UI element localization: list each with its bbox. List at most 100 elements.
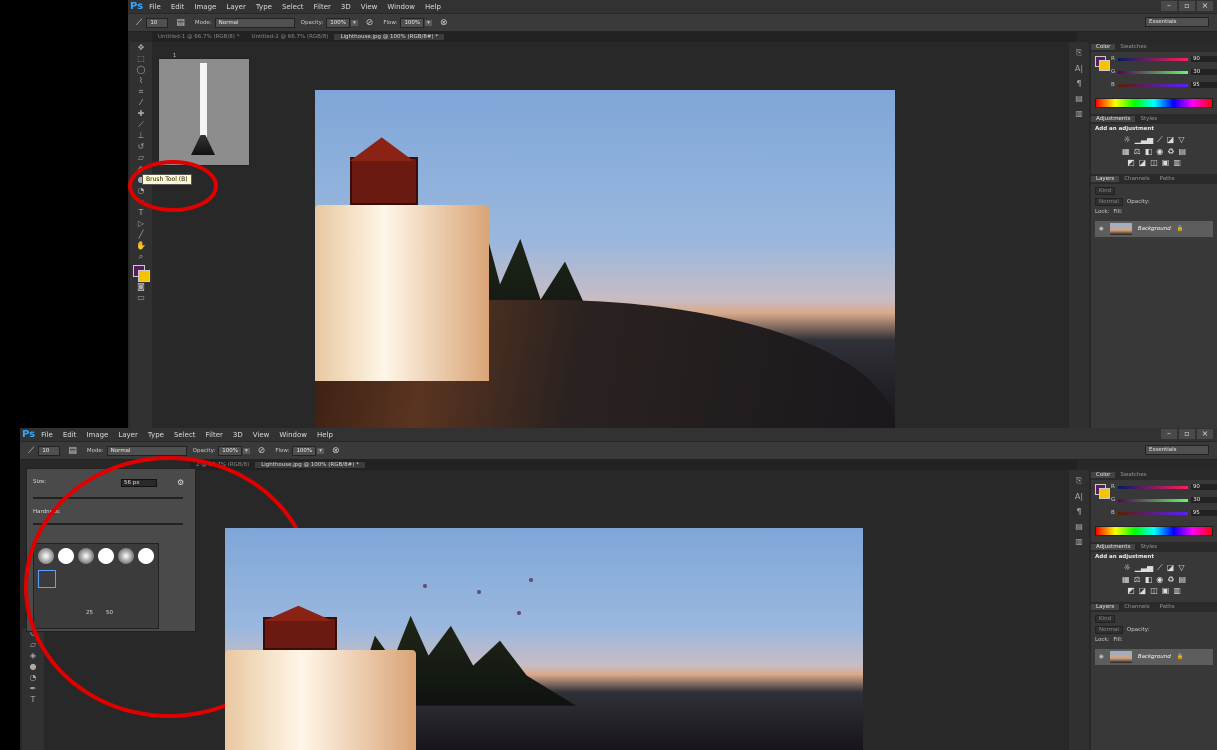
menu-window-2[interactable]: Window xyxy=(279,431,307,439)
tab-swatches[interactable]: Swatches xyxy=(1115,44,1151,50)
menu-select-2[interactable]: Select xyxy=(174,431,196,439)
flow-dropdown-icon-2[interactable]: ▾ xyxy=(317,447,324,454)
healing-tool-icon[interactable]: ✚ xyxy=(138,108,145,119)
hue-sat-icon[interactable]: ▦ xyxy=(1122,147,1130,156)
info-icon[interactable]: ▥ xyxy=(1075,109,1083,118)
restore-button[interactable]: ▫ xyxy=(1179,1,1195,11)
minimize-button-2[interactable]: – xyxy=(1161,429,1177,439)
menu-edit[interactable]: Edit xyxy=(171,3,185,11)
black-white-icon[interactable]: ◧ xyxy=(1145,147,1153,156)
close-button-2[interactable]: × xyxy=(1197,429,1213,439)
posterize-icon-2[interactable]: ◪ xyxy=(1139,586,1147,595)
color-balance-icon[interactable]: ⚖ xyxy=(1134,147,1141,156)
curves-icon-2[interactable]: ⟋ xyxy=(1157,563,1163,573)
crop-tool-icon[interactable]: ⌗ xyxy=(139,86,144,97)
color-lookup-icon-2[interactable]: ▤ xyxy=(1178,575,1186,584)
airbrush-icon[interactable]: ⊗ xyxy=(440,18,448,28)
visibility-eye-icon[interactable]: ◉ xyxy=(1099,226,1104,232)
paint-bucket-tool-icon-2[interactable]: ◈ xyxy=(30,650,36,661)
color-panel-bg[interactable] xyxy=(1099,60,1110,71)
eraser-tool-icon-2[interactable]: ▱ xyxy=(30,639,36,650)
workspace-select-2[interactable]: Essentials xyxy=(1145,445,1209,455)
marquee-tool-icon[interactable]: ⬚ xyxy=(137,53,145,64)
menu-type[interactable]: Type xyxy=(256,3,272,11)
selective-color-icon[interactable]: ▥ xyxy=(1173,158,1181,167)
menu-type-2[interactable]: Type xyxy=(148,431,164,439)
brush-size-field-2[interactable]: 10 xyxy=(38,445,61,456)
tab-color-2[interactable]: Color xyxy=(1091,472,1116,478)
tab-untitled-2[interactable]: Untitled-2 @ 66.7% (RGB/8) xyxy=(245,34,334,40)
levels-icon[interactable]: ▁▃▅ xyxy=(1135,135,1153,145)
history-icon-2[interactable]: ⎘ xyxy=(1076,476,1082,486)
invert-icon[interactable]: ◩ xyxy=(1127,158,1135,167)
exposure-icon[interactable]: ◪ xyxy=(1167,135,1175,145)
menu-select[interactable]: Select xyxy=(282,3,304,11)
brightness-icon[interactable]: ☼ xyxy=(1124,135,1131,145)
pen-tool-icon-2[interactable]: ✒ xyxy=(30,683,37,694)
flow-field-2[interactable]: 100% xyxy=(292,445,317,456)
gradient-map-icon-2[interactable]: ▣ xyxy=(1162,586,1170,595)
brush-size-field[interactable]: 10 xyxy=(146,17,169,28)
green-value[interactable]: 30 xyxy=(1191,69,1217,75)
brush-tool-preset-icon[interactable]: ⟋ xyxy=(136,18,142,28)
pressure-opacity-icon-2[interactable]: ⊘ xyxy=(258,446,266,456)
pressure-opacity-icon[interactable]: ⊘ xyxy=(366,18,374,28)
tab-layers-2[interactable]: Layers xyxy=(1091,604,1120,610)
zoom-tool-icon[interactable]: ⌕ xyxy=(139,251,143,262)
tab-swatches-2[interactable]: Swatches xyxy=(1115,472,1151,478)
green-slider[interactable] xyxy=(1118,70,1189,74)
quick-mask-icon[interactable]: ◙ xyxy=(137,281,145,292)
color-swatches[interactable] xyxy=(133,265,150,282)
menu-3d[interactable]: 3D xyxy=(341,3,351,11)
type-tool-icon[interactable]: T xyxy=(139,207,144,218)
background-color-swatch[interactable] xyxy=(138,270,150,282)
path-select-tool-icon[interactable]: ▷ xyxy=(138,218,144,229)
restore-button-2[interactable]: ▫ xyxy=(1179,429,1195,439)
threshold-icon[interactable]: ◫ xyxy=(1150,158,1158,167)
red-value-2[interactable]: 90 xyxy=(1190,484,1217,490)
color-panel-swatch-2[interactable] xyxy=(1095,484,1110,499)
tab-untitled-1[interactable]: Untitled-1 @ 66.7% (RGB/8) * xyxy=(152,34,245,40)
tab-lighthouse[interactable]: Lighthouse.jpg @ 100% (RGB/8#) * xyxy=(334,34,445,40)
visibility-eye-icon-2[interactable]: ◉ xyxy=(1099,654,1104,660)
channel-mixer-icon[interactable]: ♻ xyxy=(1167,147,1174,156)
mode-select[interactable]: Normal xyxy=(214,17,295,28)
blur-tool-icon-2[interactable]: ● xyxy=(30,661,37,672)
menu-view[interactable]: View xyxy=(361,3,378,11)
brightness-icon-2[interactable]: ☼ xyxy=(1124,563,1131,573)
tab-channels[interactable]: Channels xyxy=(1119,176,1154,182)
vibrance-icon-2[interactable]: ▽ xyxy=(1178,563,1184,573)
flow-field[interactable]: 100% xyxy=(400,17,425,28)
tab-paths[interactable]: Paths xyxy=(1155,176,1180,182)
lasso-tool-icon[interactable]: ◯ xyxy=(137,64,146,75)
color-panel-swatch[interactable] xyxy=(1095,56,1110,71)
tab-layers[interactable]: Layers xyxy=(1091,176,1120,182)
hue-sat-icon-2[interactable]: ▦ xyxy=(1122,575,1130,584)
menu-filter[interactable]: Filter xyxy=(314,3,331,11)
lighthouse-canvas[interactable] xyxy=(315,90,895,428)
properties-icon[interactable]: ▤ xyxy=(1075,94,1083,103)
opacity-dropdown-icon-2[interactable]: ▾ xyxy=(243,447,250,454)
gradient-map-icon[interactable]: ▣ xyxy=(1162,158,1170,167)
opacity-dropdown-icon[interactable]: ▾ xyxy=(351,19,358,26)
color-spectrum[interactable] xyxy=(1095,98,1213,108)
photo-filter-icon-2[interactable]: ◉ xyxy=(1156,575,1163,584)
menu-help[interactable]: Help xyxy=(425,3,441,11)
red-slider[interactable] xyxy=(1117,57,1188,61)
shape-tool-icon[interactable]: ╱ xyxy=(139,229,144,240)
opacity-field[interactable]: 100% xyxy=(326,17,351,28)
curves-icon[interactable]: ⟋ xyxy=(1157,135,1163,145)
selective-color-icon-2[interactable]: ▥ xyxy=(1173,586,1181,595)
tab-lighthouse-2[interactable]: Lighthouse.jpg @ 100% (RGB/8#) * xyxy=(255,462,365,468)
menu-edit-2[interactable]: Edit xyxy=(63,431,77,439)
green-value-2[interactable]: 30 xyxy=(1191,497,1217,503)
blue-slider[interactable] xyxy=(1117,83,1188,87)
red-slider-2[interactable] xyxy=(1117,485,1188,489)
menu-image[interactable]: Image xyxy=(194,3,216,11)
lighthouse-canvas-2[interactable] xyxy=(225,528,863,750)
color-spectrum-2[interactable] xyxy=(1095,526,1213,536)
tab-channels-2[interactable]: Channels xyxy=(1119,604,1154,610)
brush-tool-preset-icon-2[interactable]: ⟋ xyxy=(28,446,34,456)
channel-mixer-icon-2[interactable]: ♻ xyxy=(1167,575,1174,584)
menu-3d-2[interactable]: 3D xyxy=(233,431,243,439)
